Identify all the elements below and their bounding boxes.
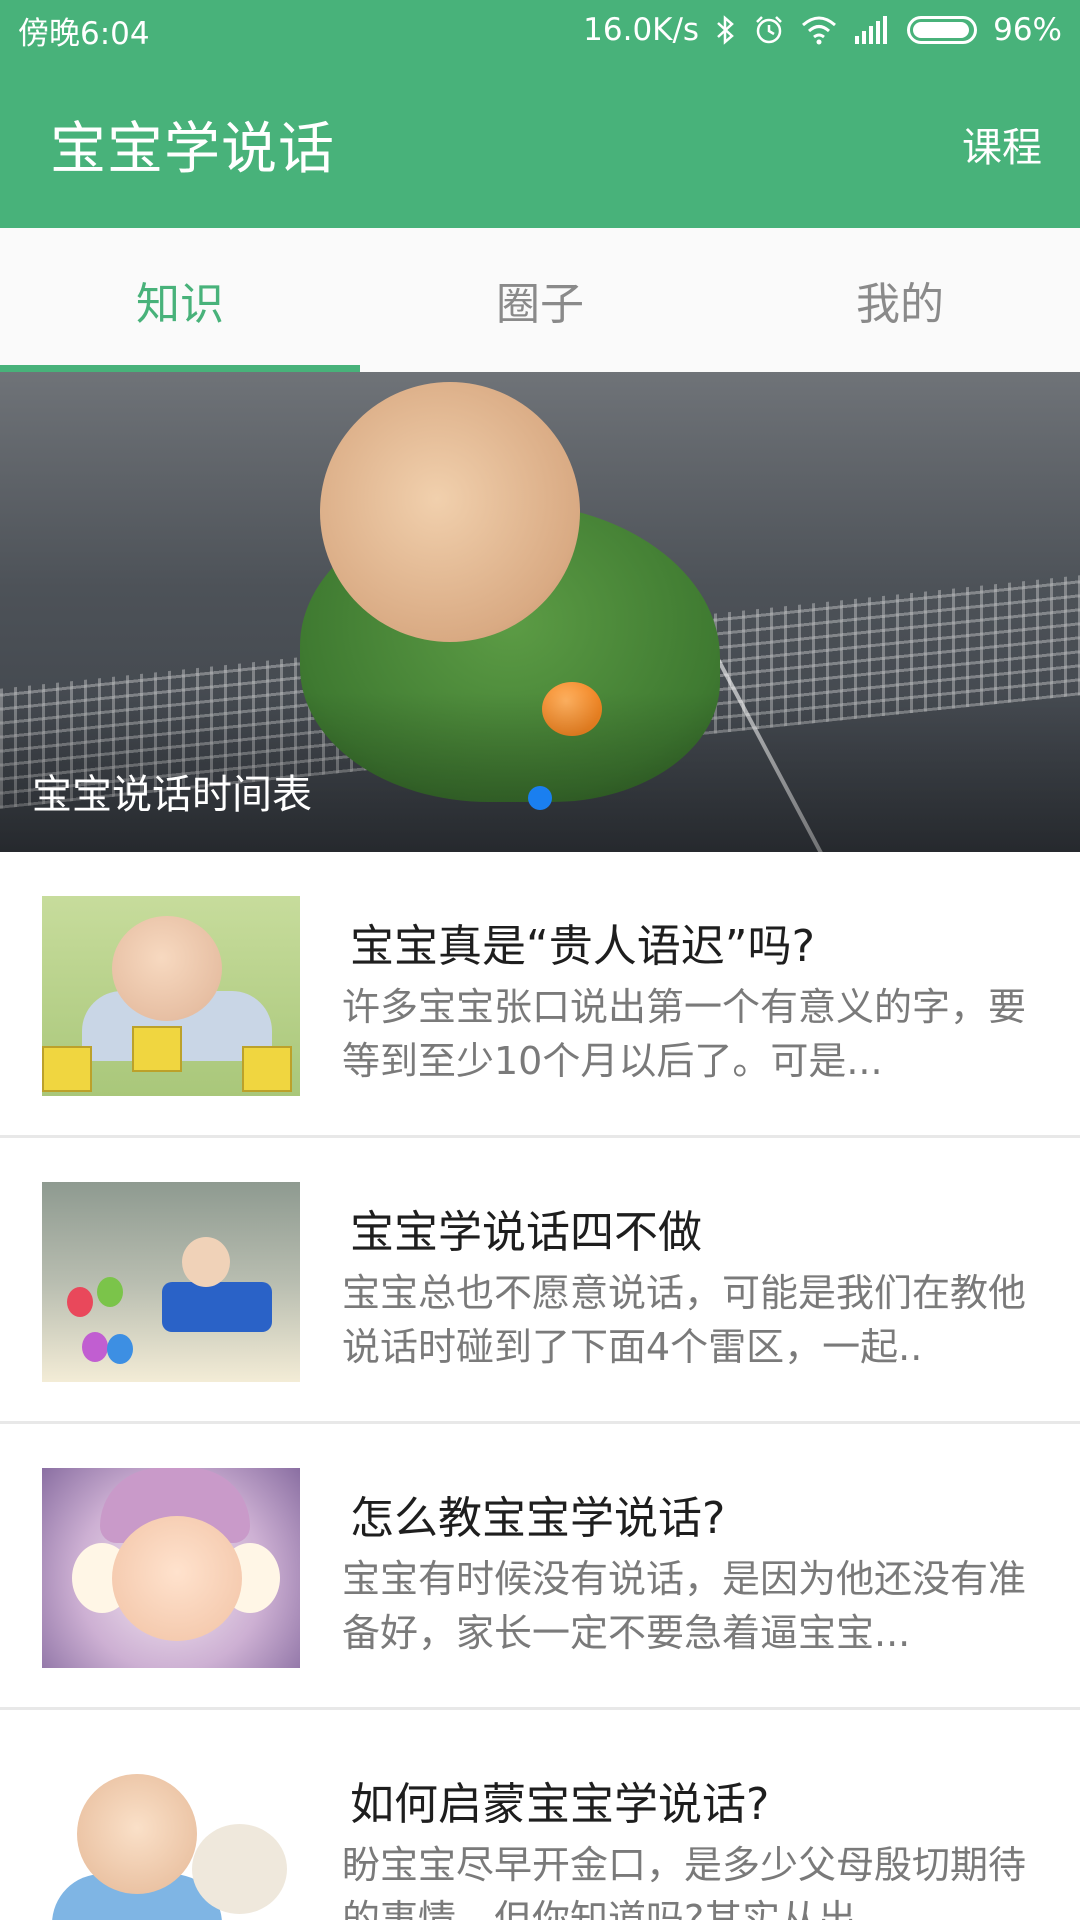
banner-carousel[interactable]: 宝宝说话时间表 [0, 372, 1080, 852]
thumbnail-balloon [82, 1332, 108, 1362]
article-description: 许多宝宝张口说出第一个有意义的字，要等到至少10个月以后了。可是... [342, 985, 1027, 1083]
thumbnail-cube [242, 1046, 292, 1092]
thumbnail-balloon [67, 1287, 93, 1317]
tab-circle[interactable]: 圈子 [360, 228, 720, 372]
list-item[interactable]: 宝宝学说话四不做 宝宝总也不愿意说话，可能是我们在教他说话时碰到了下面4个雷区，… [0, 1138, 1080, 1424]
article-title: 宝宝学说话四不做 [350, 1207, 702, 1258]
carousel-indicator-dot[interactable] [528, 786, 552, 810]
battery-level [913, 22, 969, 38]
status-icons: 16.0K/s 96% [583, 12, 1062, 48]
list-item[interactable]: 怎么教宝宝学说话? 宝宝有时候没有说话，是因为他还没有准备好，家长一定不要急着逼… [0, 1424, 1080, 1710]
alarm-icon [753, 14, 785, 46]
thumbnail-baby [77, 1774, 197, 1894]
banner-caption: 宝宝说话时间表 [32, 772, 312, 818]
tab-mine[interactable]: 我的 [720, 228, 1080, 372]
bluetooth-icon [715, 14, 737, 46]
thumbnail-cube [42, 1046, 92, 1092]
article-description: 宝宝有时候没有说话，是因为他还没有准备好，家长一定不要急着逼宝宝... [342, 1557, 1027, 1655]
tab-knowledge[interactable]: 知识 [0, 228, 360, 372]
course-button[interactable]: 课程 [962, 115, 1042, 173]
signal-icon [853, 16, 891, 44]
thumbnail-car [162, 1282, 272, 1332]
thumbnail-face [112, 1516, 242, 1641]
status-time: 傍晚6:04 [18, 15, 150, 52]
tab-bar: 知识 圈子 我的 [0, 228, 1080, 372]
app-bar: 宝宝学说话 课程 [0, 60, 1080, 228]
article-thumbnail [42, 1754, 300, 1920]
article-thumbnail [42, 896, 300, 1096]
thumbnail-baby [182, 1237, 230, 1287]
article-title: 怎么教宝宝学说话? [350, 1493, 726, 1544]
thumbnail-dog [192, 1824, 287, 1914]
article-title: 如何启蒙宝宝学说话? [350, 1779, 770, 1830]
article-thumbnail [42, 1468, 300, 1668]
status-bar: 傍晚6:04 16.0K/s 96% [0, 0, 1080, 60]
thumbnail-face [112, 916, 222, 1021]
banner-baby-head [320, 382, 580, 642]
thumbnail-balloon [97, 1277, 123, 1307]
article-title: 宝宝真是“贵人语迟”吗? [350, 921, 815, 972]
network-speed: 16.0K/s [583, 12, 700, 48]
wifi-icon [801, 15, 837, 45]
article-thumbnail [42, 1182, 300, 1382]
list-item[interactable]: 如何启蒙宝宝学说话? 盼宝宝尽早开金口，是多少父母殷切期待的事情，但你知道吗?其… [0, 1710, 1080, 1920]
app-title: 宝宝学说话 [50, 116, 335, 182]
battery-icon [907, 16, 978, 44]
article-description: 宝宝总也不愿意说话，可能是我们在教他说话时碰到了下面4个雷区，一起.. [342, 1271, 1027, 1369]
thumbnail-cube [132, 1026, 182, 1072]
thumbnail-balloon [107, 1334, 133, 1364]
battery-percent: 96% [993, 12, 1062, 48]
article-description: 盼宝宝尽早开金口，是多少父母殷切期待的事情，但你知道吗?其实从出 [342, 1843, 1027, 1920]
article-list: 宝宝真是“贵人语迟”吗? 许多宝宝张口说出第一个有意义的字，要等到至少10个月以… [0, 852, 1080, 1920]
list-item[interactable]: 宝宝真是“贵人语迟”吗? 许多宝宝张口说出第一个有意义的字，要等到至少10个月以… [0, 852, 1080, 1138]
